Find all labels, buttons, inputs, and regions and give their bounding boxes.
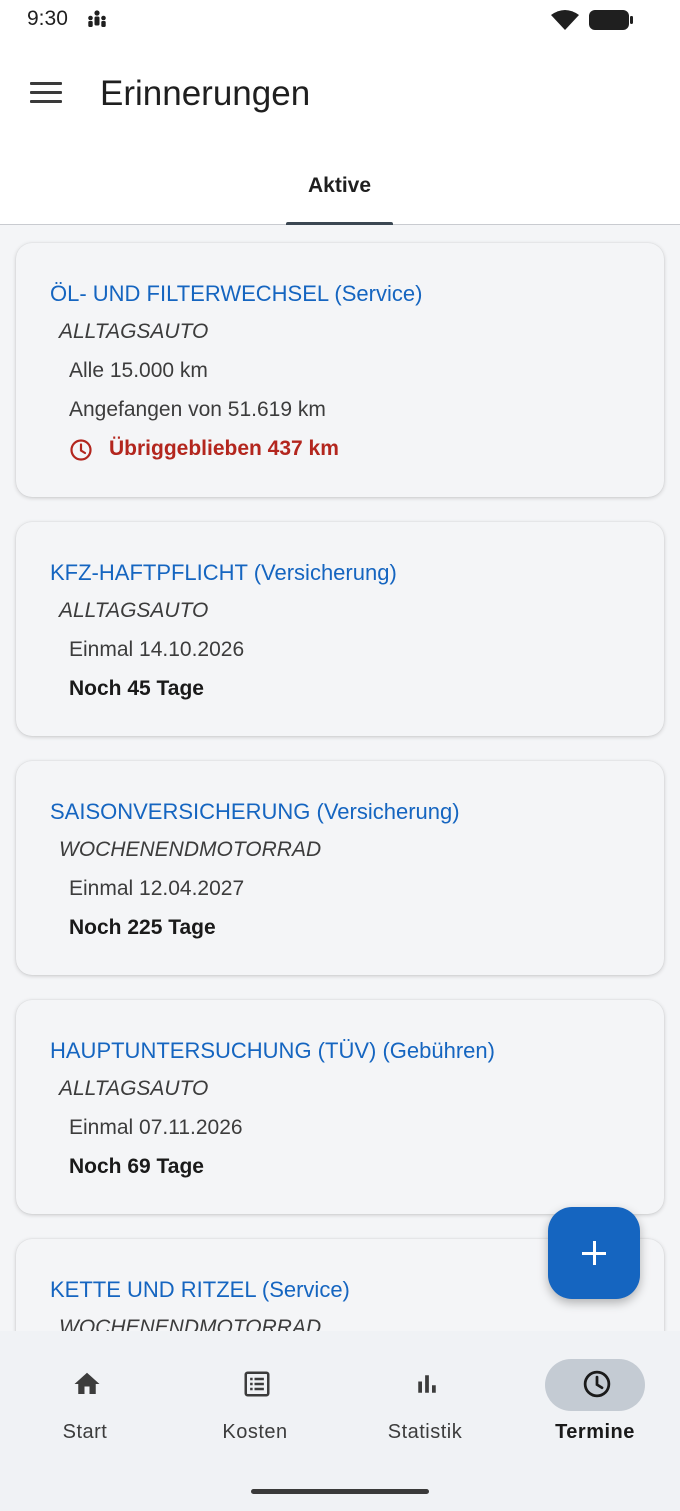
bottom-nav: Start Kosten Statistik Termine	[0, 1331, 680, 1511]
reminder-title: HAUPTUNTERSUCHUNG (TÜV) (Gebühren)	[50, 1038, 495, 1063]
tab-label: Aktive	[307, 174, 372, 197]
reminder-card[interactable]: ÖL- UND FILTERWECHSEL (Service) ALLTAGSA…	[16, 243, 664, 497]
reminder-remaining: Noch 225 Tage	[69, 916, 216, 939]
people-icon	[86, 9, 108, 34]
reminder-card[interactable]: HAUPTUNTERSUCHUNG (TÜV) (Gebühren) ALLTA…	[16, 1000, 664, 1214]
home-indicator[interactable]	[251, 1489, 429, 1494]
reminder-vehicle: ALLTAGSAUTO	[59, 599, 209, 622]
active-nav-indicator	[545, 1359, 645, 1411]
remaining-text: Übriggeblieben 437 km	[109, 437, 339, 460]
nav-item-start[interactable]: Start	[30, 1359, 140, 1449]
reminder-interval: Alle 15.000 km	[69, 359, 208, 382]
tab-aktive[interactable]: Aktive	[286, 150, 393, 225]
reminder-vehicle: WOCHENENDMOTORRAD	[59, 1316, 322, 1331]
reminder-card[interactable]: SAISONVERSICHERUNG (Versicherung) WOCHEN…	[16, 761, 664, 975]
status-bar: 9:30	[0, 0, 680, 40]
nav-item-statistik[interactable]: Statistik	[370, 1359, 480, 1449]
clock-icon	[69, 438, 93, 468]
app-bar: Erinnerungen	[0, 40, 680, 150]
reminder-card[interactable]: KFZ-HAFTPFLICHT (Versicherung) ALLTAGSAU…	[16, 522, 664, 736]
nav-label: Start	[62, 1421, 108, 1443]
reminder-title: KETTE UND RITZEL (Service)	[50, 1277, 350, 1302]
tab-bar: Aktive	[0, 150, 680, 225]
battery-icon	[588, 9, 634, 36]
bar-chart-icon	[412, 1369, 442, 1404]
add-reminder-button[interactable]	[548, 1207, 640, 1299]
status-time: 9:30	[27, 7, 68, 30]
reminder-date: Einmal 14.10.2026	[69, 638, 245, 661]
reminder-vehicle: ALLTAGSAUTO	[59, 1077, 209, 1100]
home-icon	[72, 1369, 102, 1404]
reminder-title: SAISONVERSICHERUNG (Versicherung)	[50, 799, 460, 824]
nav-label: Kosten	[222, 1421, 288, 1443]
reminder-vehicle: WOCHENENDMOTORRAD	[59, 838, 322, 861]
list-icon	[242, 1369, 272, 1404]
nav-label: Statistik	[387, 1421, 463, 1443]
menu-icon[interactable]	[28, 80, 64, 106]
page-title: Erinnerungen	[100, 74, 311, 113]
reminder-remaining: Noch 69 Tage	[69, 1155, 204, 1178]
reminder-remaining: Noch 45 Tage	[69, 677, 204, 700]
reminder-list[interactable]: ÖL- UND FILTERWECHSEL (Service) ALLTAGSA…	[0, 225, 680, 1331]
nav-item-kosten[interactable]: Kosten	[200, 1359, 310, 1449]
reminder-date: Einmal 12.04.2027	[69, 877, 245, 900]
nav-label: Termine	[555, 1421, 635, 1443]
reminder-start: Angefangen von 51.619 km	[69, 398, 326, 421]
reminder-title: ÖL- UND FILTERWECHSEL (Service)	[50, 281, 423, 306]
reminder-title: KFZ-HAFTPFLICHT (Versicherung)	[50, 560, 397, 585]
reminder-vehicle: ALLTAGSAUTO	[59, 320, 209, 343]
reminder-date: Einmal 07.11.2026	[69, 1116, 243, 1139]
wifi-icon	[549, 8, 581, 37]
nav-item-termine[interactable]: Termine	[540, 1359, 650, 1449]
clock-icon	[582, 1369, 612, 1404]
